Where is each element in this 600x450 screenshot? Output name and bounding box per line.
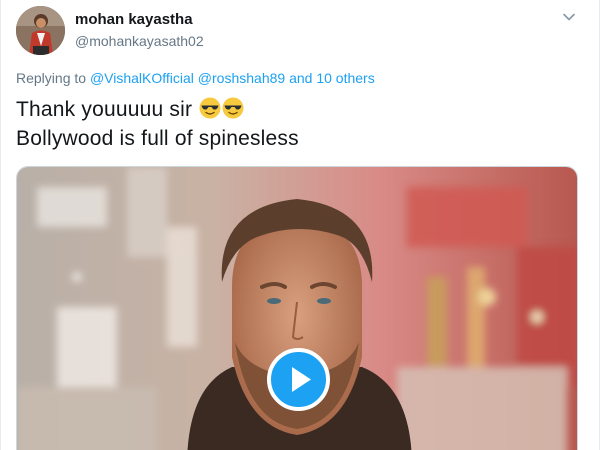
chevron-down-icon[interactable] xyxy=(562,10,576,24)
tweet-card: mohan kayastha @mohankayasath02 Replying… xyxy=(0,0,600,450)
tweet-text-line-2: Bollywood is full of spinesless xyxy=(16,127,299,150)
tweet-header: mohan kayastha @mohankayasath02 xyxy=(16,6,584,56)
avatar[interactable] xyxy=(16,6,65,55)
sunglasses-emoji-icon xyxy=(199,97,221,119)
tweet-text-line-1: Thank youuuuu sir xyxy=(16,98,193,121)
media-gif[interactable] xyxy=(16,166,578,450)
sunglasses-emoji-icon xyxy=(222,97,244,119)
others-link[interactable]: 10 others xyxy=(316,70,374,86)
play-button[interactable] xyxy=(267,348,330,411)
tweet-text-line: Thank youuuuu sir xyxy=(16,95,299,124)
author-info[interactable]: mohan kayastha @mohankayasath02 xyxy=(75,11,204,51)
mention-link[interactable]: @roshshah89 xyxy=(198,70,285,86)
play-icon xyxy=(292,367,311,392)
replying-to-label: Replying to xyxy=(16,70,87,86)
tweet-text: Thank youuuuu sir Bollywood is full of s… xyxy=(16,95,299,153)
mention-connector[interactable]: and xyxy=(289,70,312,86)
replying-to: Replying to @VishalKOfficial @roshshah89… xyxy=(16,70,375,86)
user-handle[interactable]: @mohankayasath02 xyxy=(75,31,204,51)
mention-link[interactable]: @VishalKOfficial xyxy=(90,70,194,86)
display-name[interactable]: mohan kayastha xyxy=(75,11,204,29)
